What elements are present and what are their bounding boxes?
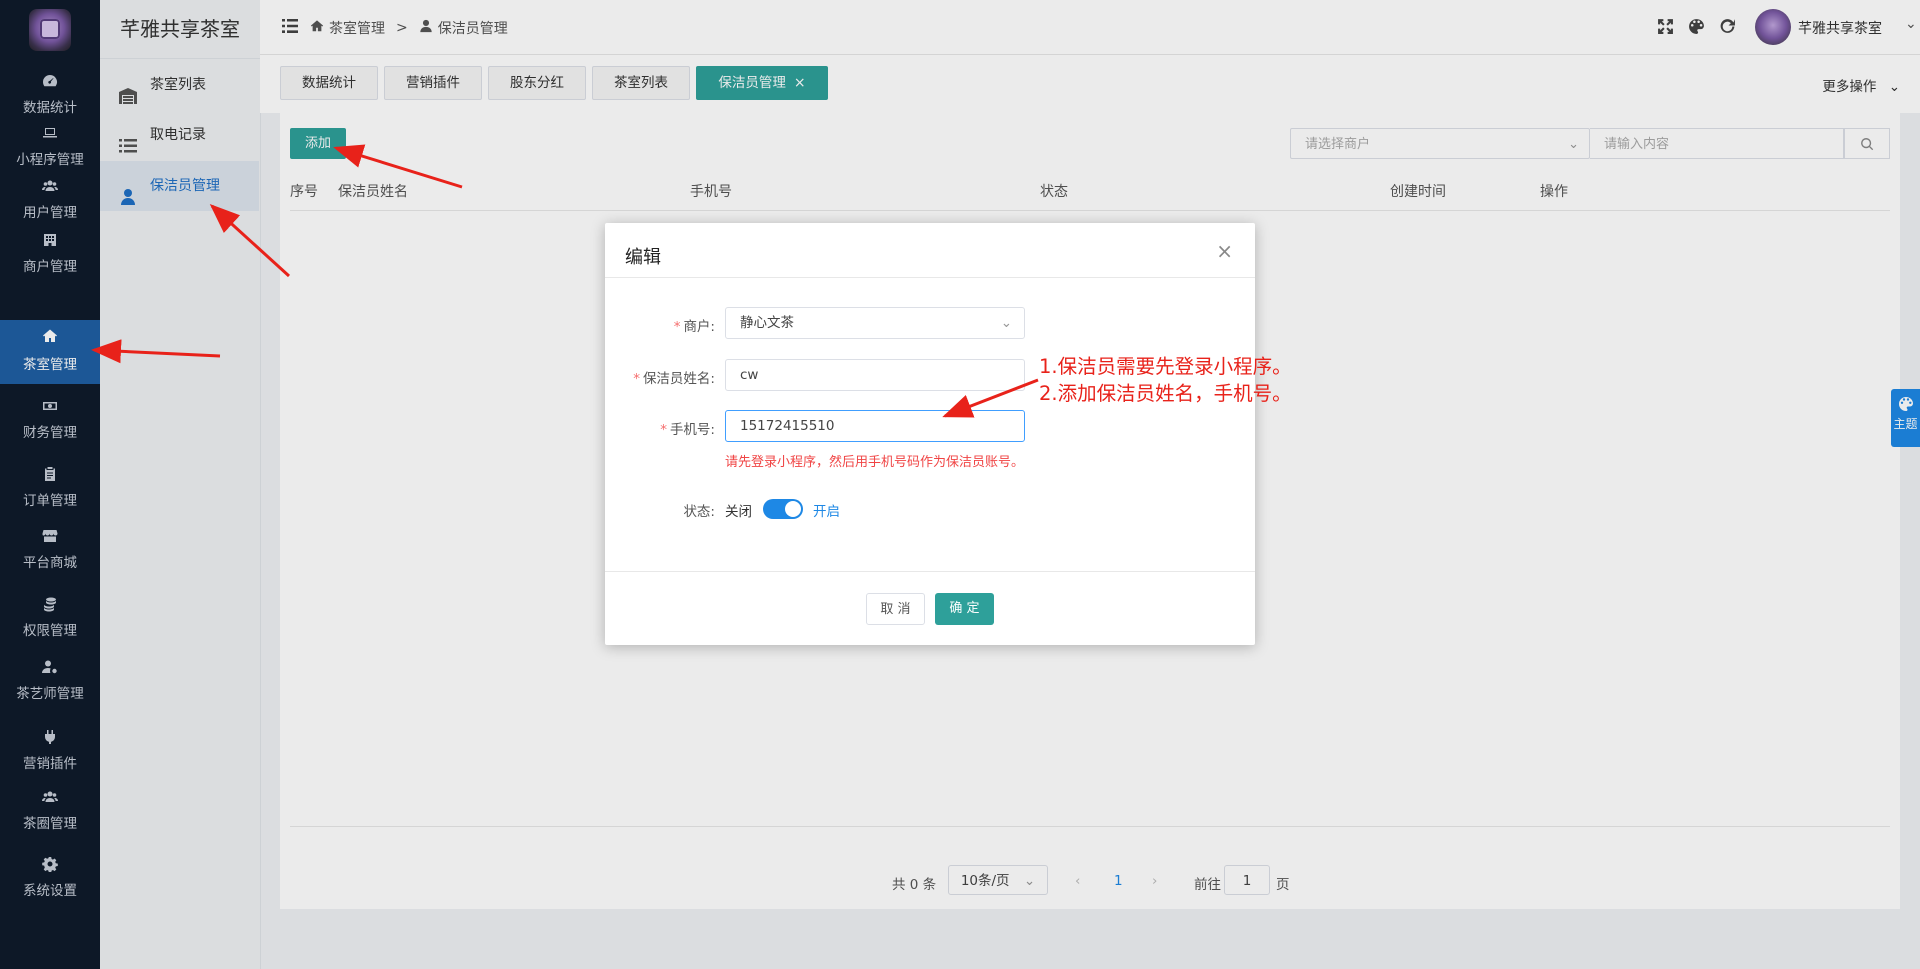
dialog-footer-divider [605, 571, 1255, 572]
status-field-label: 状态: [683, 504, 715, 520]
merchant-select-value: 静心文茶 [740, 315, 794, 331]
status-on-label[interactable]: 开启 [813, 500, 840, 520]
dialog-header-divider [605, 277, 1255, 278]
chevron-down-icon: ⌄ [1000, 315, 1012, 331]
name-field-label: * 保洁员姓名: [633, 371, 715, 387]
merchant-select[interactable]: 静心文茶 ⌄ [725, 307, 1025, 339]
phone-hint: 请先登录小程序，然后用手机号码作为保洁员账号。 [725, 455, 1025, 470]
confirm-button[interactable]: 确 定 [935, 593, 994, 625]
annotation-text: 2.添加保洁员姓名，手机号。 [1039, 382, 1292, 405]
merchant-field-label: * 商户: [673, 319, 715, 335]
close-icon[interactable]: × [1216, 239, 1233, 263]
annotation-text: 1.保洁员需要先登录小程序。 [1039, 355, 1292, 378]
toggle-knob [785, 501, 801, 517]
edit-dialog: 编辑 × * 商户: 静心文茶 ⌄ * 保洁员姓名: cw * 手机号: 151724… [605, 223, 1255, 645]
status-off-label[interactable]: 关闭 [725, 500, 752, 520]
cancel-button[interactable]: 取 消 [866, 593, 925, 625]
cleaner-name-input[interactable]: cw [725, 359, 1025, 391]
phone-field-label: * 手机号: [660, 422, 715, 438]
phone-input[interactable]: 15172415510 [725, 410, 1025, 442]
status-toggle[interactable] [763, 499, 803, 519]
dialog-title: 编辑 [625, 247, 661, 268]
